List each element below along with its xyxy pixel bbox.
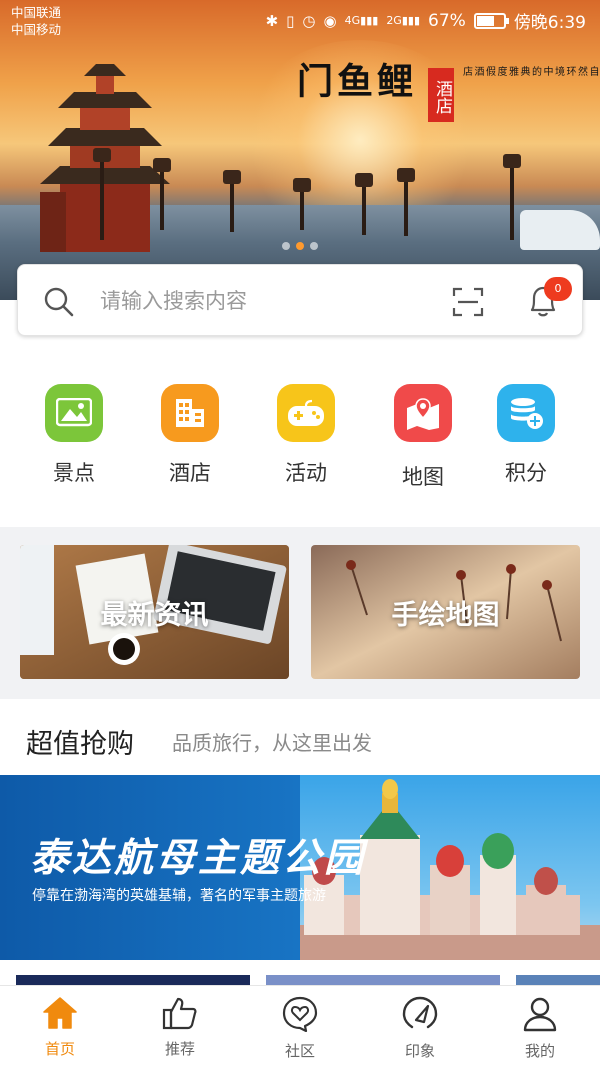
street-lamp	[293, 178, 311, 230]
carousel-dot-active[interactable]	[296, 242, 304, 250]
battery-fill	[476, 15, 494, 26]
street-lamp	[397, 168, 415, 236]
map-icon	[394, 384, 452, 442]
deal-title: 泰达航母主题公园	[30, 835, 367, 881]
search-input[interactable]	[100, 285, 420, 317]
promo-card-news[interactable]: 最新资讯	[20, 545, 289, 679]
tab-label: 首页	[44, 1040, 75, 1058]
search-icon[interactable]	[44, 287, 74, 317]
category-label: 地图	[402, 465, 444, 489]
deal-description: 停靠在渤海湾的英雄基辅，著名的军事主题旅游	[32, 888, 326, 904]
street-lamp	[153, 158, 171, 230]
promo-title: 手绘地图	[391, 600, 500, 631]
tab-label: 社区	[284, 1042, 315, 1060]
category-grid: 景点 酒店 活动 地图 积分	[0, 376, 600, 506]
tab-community[interactable]: 社区	[250, 996, 350, 1061]
street-lamp	[93, 148, 111, 240]
scenery-icon	[45, 384, 103, 442]
status-bar: 中国联通 中国移动 ✱ ▯ ◷ ◉ 4G▮▮▮ 2G▮▮▮ 67% 傍晚6:39	[0, 0, 600, 40]
section-subtitle: 品质旅行，从这里出发	[172, 731, 372, 755]
category-points[interactable]: 积分	[481, 376, 571, 487]
category-label: 酒店	[169, 461, 211, 485]
home-icon	[43, 997, 77, 1029]
eye-icon: ◉	[323, 11, 337, 30]
category-label: 景点	[53, 461, 95, 485]
battery-percent: 67%	[428, 10, 466, 31]
category-map[interactable]: 地图	[378, 376, 468, 491]
bottom-tab-bar: 首页 推荐 社区 印象 我的	[0, 985, 600, 1067]
street-lamp	[503, 154, 521, 240]
signal-4g-icon: 4G▮▮▮	[344, 14, 379, 27]
yacht-image	[520, 210, 600, 250]
category-label: 活动	[285, 461, 327, 485]
deal-banner[interactable]: 泰达航母主题公园 停靠在渤海湾的英雄基辅，著名的军事主题旅游	[0, 775, 600, 960]
carousel-dot[interactable]	[282, 242, 290, 250]
street-lamp	[223, 170, 241, 232]
community-heart-icon	[282, 996, 318, 1032]
hotel-icon	[161, 384, 219, 442]
brand-slogan: 自然环境中的典雅度假酒店	[460, 66, 599, 76]
hero-banner[interactable]: 鲤鱼门 酒店 自然环境中的典雅度假酒店	[0, 0, 600, 300]
carousel-indicator[interactable]	[282, 242, 318, 250]
battery-icon	[473, 12, 509, 29]
signal-2g-icon: 2G▮▮▮	[386, 14, 421, 27]
carousel-dot[interactable]	[310, 242, 318, 250]
scan-icon[interactable]	[452, 287, 484, 317]
street-lamp	[355, 173, 373, 235]
compass-gauge-icon	[402, 996, 438, 1029]
alarm-icon: ◷	[302, 11, 316, 30]
promo-card-map[interactable]: 手绘地图	[311, 545, 580, 679]
tab-profile[interactable]: 我的	[490, 996, 590, 1061]
category-hotel[interactable]: 酒店	[145, 376, 235, 487]
section-title: 超值抢购	[26, 729, 134, 760]
vibrate-icon: ▯	[286, 11, 295, 30]
clock: 傍晚6:39	[513, 13, 586, 33]
carrier-secondary: 中国移动	[11, 22, 62, 37]
user-icon	[523, 997, 557, 1032]
tab-label: 推荐	[164, 1040, 195, 1058]
brand-name: 鲤鱼门	[291, 62, 413, 98]
thumbs-up-icon	[162, 997, 197, 1030]
tab-recommend[interactable]: 推荐	[130, 996, 230, 1059]
category-activity[interactable]: 活动	[261, 376, 351, 487]
category-scenery[interactable]: 景点	[29, 376, 119, 487]
carrier-list: 中国联通 中国移动	[11, 4, 61, 38]
tab-label: 印象	[404, 1042, 435, 1060]
notification-badge[interactable]: 0	[544, 277, 572, 301]
app-screen: 鲤鱼门 酒店 自然环境中的典雅度假酒店 中国联通 中国移动 ✱ ▯ ◷ ◉ 4G…	[0, 0, 600, 1067]
tab-home[interactable]: 首页	[10, 996, 110, 1059]
network-secondary-label: 2G	[386, 14, 402, 27]
network-primary-label: 4G	[344, 14, 361, 27]
tab-impression[interactable]: 印象	[370, 996, 470, 1061]
gamepad-icon	[277, 384, 335, 442]
status-icons: ✱ ▯ ◷ ◉ 4G▮▮▮ 2G▮▮▮ 67% 傍晚6:39	[265, 8, 586, 34]
bluetooth-icon: ✱	[265, 11, 279, 30]
tab-label: 我的	[524, 1042, 555, 1060]
category-label: 积分	[505, 461, 547, 485]
search-bar: 0	[17, 264, 583, 336]
brand-seal: 酒店	[428, 68, 454, 122]
points-database-icon	[497, 384, 555, 442]
promo-title: 最新资讯	[100, 600, 209, 631]
carrier-primary: 中国联通	[11, 5, 62, 20]
